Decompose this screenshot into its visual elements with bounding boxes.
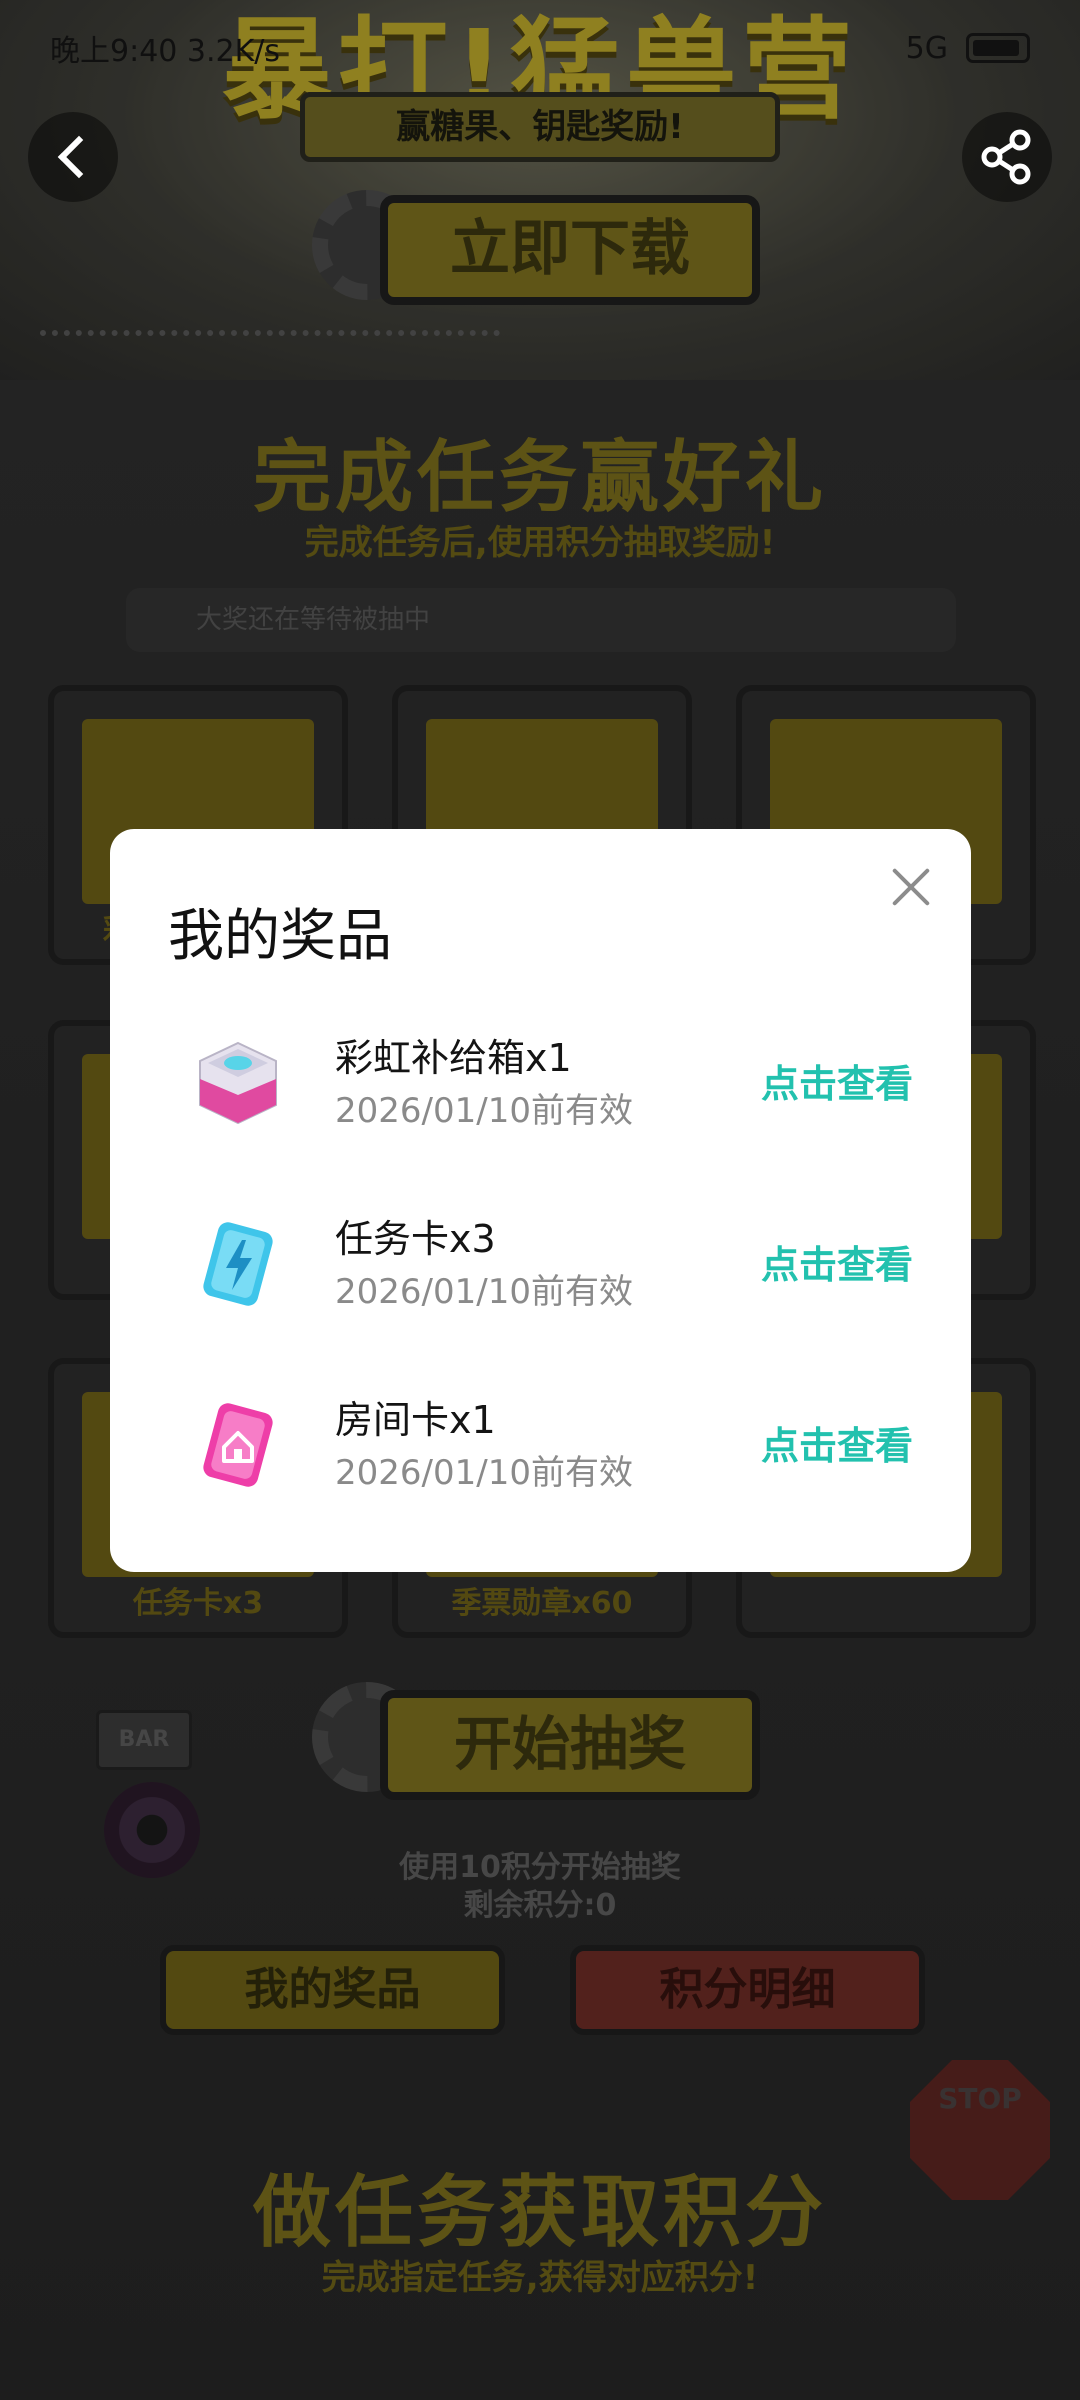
task-card-icon (203, 1222, 273, 1306)
share-icon (981, 129, 1031, 185)
prize-list-item: 房间卡x1 2026/01/10前有效 点击查看 (110, 1371, 971, 1521)
dialog-title: 我的奖品 (168, 904, 392, 969)
prize-name: 任务卡x3 (335, 1217, 496, 1261)
prize-name: 房间卡x1 (335, 1398, 496, 1442)
view-prize-link[interactable]: 点击查看 (761, 1053, 913, 1108)
prize-expiry: 2026/01/10前有效 (335, 1453, 633, 1493)
my-prizes-dialog: 我的奖品 彩虹补给箱x1 2026/01/10前有效 点击查看 任务卡x3 20… (110, 829, 971, 1572)
prize-name: 彩虹补给箱x1 (335, 1036, 572, 1080)
prize-expiry: 2026/01/10前有效 (335, 1272, 633, 1312)
status-speed: 3.2K/s (186, 34, 281, 69)
close-icon[interactable] (884, 861, 936, 913)
view-prize-link[interactable]: 点击查看 (761, 1234, 913, 1289)
back-button[interactable] (28, 112, 118, 202)
prize-expiry: 2026/01/10前有效 (335, 1091, 633, 1131)
network-icon: 5G (905, 30, 948, 66)
share-button[interactable] (962, 112, 1052, 202)
supply-box-icon (199, 1041, 277, 1125)
room-card-icon (203, 1403, 273, 1487)
view-prize-link[interactable]: 点击查看 (761, 1415, 913, 1470)
prize-list-item: 任务卡x3 2026/01/10前有效 点击查看 (110, 1190, 971, 1340)
battery-icon (966, 33, 1030, 63)
prize-list-item: 彩虹补给箱x1 2026/01/10前有效 点击查看 (110, 1009, 971, 1159)
status-time: 晚上9:40 (50, 34, 178, 69)
status-bar: 晚上9:40 3.2K/s 5G (0, 0, 1080, 96)
